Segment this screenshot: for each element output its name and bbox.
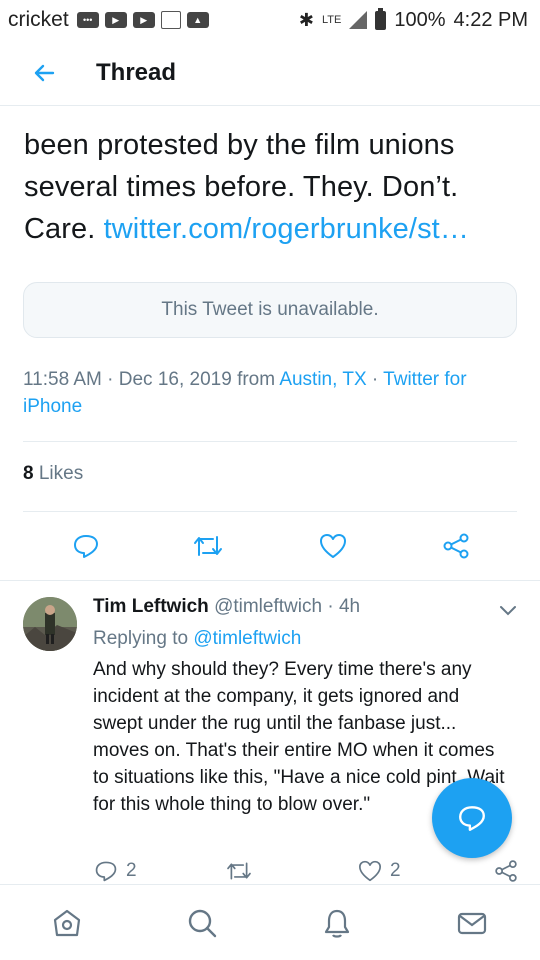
divider xyxy=(23,511,517,512)
likes-count[interactable]: 8 Likes xyxy=(23,463,83,485)
reply-retweet-button[interactable] xyxy=(226,856,252,886)
retweet-icon xyxy=(194,536,222,556)
calendar-icon xyxy=(160,11,181,29)
image-icon: ▲ xyxy=(186,12,209,28)
reply-actions: 2 2 xyxy=(0,856,540,886)
nav-home[interactable] xyxy=(49,905,85,941)
tweet-actions xyxy=(0,528,540,564)
reply-bubble-icon xyxy=(459,806,485,831)
tweet-options-button[interactable] xyxy=(496,598,520,622)
like-button[interactable] xyxy=(315,528,351,564)
chevron-down-icon xyxy=(500,606,516,616)
share-icon xyxy=(495,860,517,882)
reply-icon xyxy=(95,861,117,882)
replying-to-handle[interactable]: @timleftwich xyxy=(193,628,301,649)
tweet-line: several times before. They. Don’t. xyxy=(24,171,459,203)
replying-label: Replying to xyxy=(93,628,189,649)
retweet-icon xyxy=(227,862,251,880)
tweet-date: Dec 16, 2019 from xyxy=(118,369,276,390)
avatar[interactable] xyxy=(23,597,77,651)
nav-messages[interactable] xyxy=(454,905,490,941)
like-count: 2 xyxy=(390,860,401,881)
reply-reply-button[interactable]: 2 xyxy=(94,856,137,886)
replying-to: Replying to @timleftwich xyxy=(93,628,301,650)
reply-like-button[interactable]: 2 xyxy=(358,856,401,886)
reply-header: Tim Leftwich @timleftwich · 4h xyxy=(93,596,361,617)
youtube-icon: ▶ xyxy=(132,12,155,28)
likes-label: Likes xyxy=(38,463,84,484)
quoted-tweet-unavailable[interactable]: This Tweet is unavailable. xyxy=(23,282,517,338)
share-icon xyxy=(443,533,469,559)
bottom-navigation xyxy=(0,884,540,960)
reply-icon xyxy=(74,535,98,558)
tweet-location[interactable]: Austin, TX xyxy=(279,369,366,390)
tweet-line: been protested by the film unions xyxy=(24,129,455,161)
battery-percent: 100% xyxy=(394,8,446,31)
status-bar: cricket ••• ▶ ▶ ▲ ✱ LTE 100% 4:22 PM xyxy=(0,0,540,40)
reply-author-name[interactable]: Tim Leftwich xyxy=(93,596,209,617)
compose-reply-button[interactable] xyxy=(432,778,512,858)
page-title: Thread xyxy=(96,58,177,86)
search-icon xyxy=(188,909,217,938)
heart-icon xyxy=(358,860,381,882)
home-icon xyxy=(53,909,81,937)
signal-icon xyxy=(349,11,368,29)
divider xyxy=(23,441,517,442)
app-header: Thread xyxy=(0,40,540,106)
youtube-icon: ▶ xyxy=(104,12,127,28)
clock: 4:22 PM xyxy=(453,8,528,31)
reply-count: 2 xyxy=(126,860,137,881)
messages-icon xyxy=(457,912,487,935)
tweet-meta: 11:58 AM · Dec 16, 2019 from Austin, TX … xyxy=(23,369,467,417)
tweet-link[interactable]: twitter.com/rogerbrunke/st… xyxy=(104,213,469,245)
tweet-line: Care. xyxy=(24,213,96,245)
share-button[interactable] xyxy=(438,528,474,564)
nav-search[interactable] xyxy=(184,905,220,941)
tweet-time: 11:58 AM xyxy=(23,369,102,390)
bluetooth-icon: ✱ xyxy=(298,9,314,30)
nav-notifications[interactable] xyxy=(319,905,355,941)
avatar-photo xyxy=(23,597,77,651)
reply-button[interactable] xyxy=(68,528,104,564)
heart-icon xyxy=(320,534,346,558)
network-type: LTE xyxy=(322,14,342,26)
reply-time: 4h xyxy=(338,596,361,617)
reply-author-handle[interactable]: @timleftwich xyxy=(214,596,322,617)
battery-icon xyxy=(375,7,387,30)
likes-number: 8 xyxy=(23,463,34,484)
notifications-icon xyxy=(324,909,350,938)
reply-share-button[interactable] xyxy=(494,856,518,886)
message-icon: ••• xyxy=(76,12,99,28)
retweet-button[interactable] xyxy=(190,528,226,564)
carrier-label: cricket xyxy=(8,8,69,31)
back-button[interactable] xyxy=(24,53,64,93)
divider xyxy=(0,580,540,581)
back-arrow-icon xyxy=(34,64,55,81)
